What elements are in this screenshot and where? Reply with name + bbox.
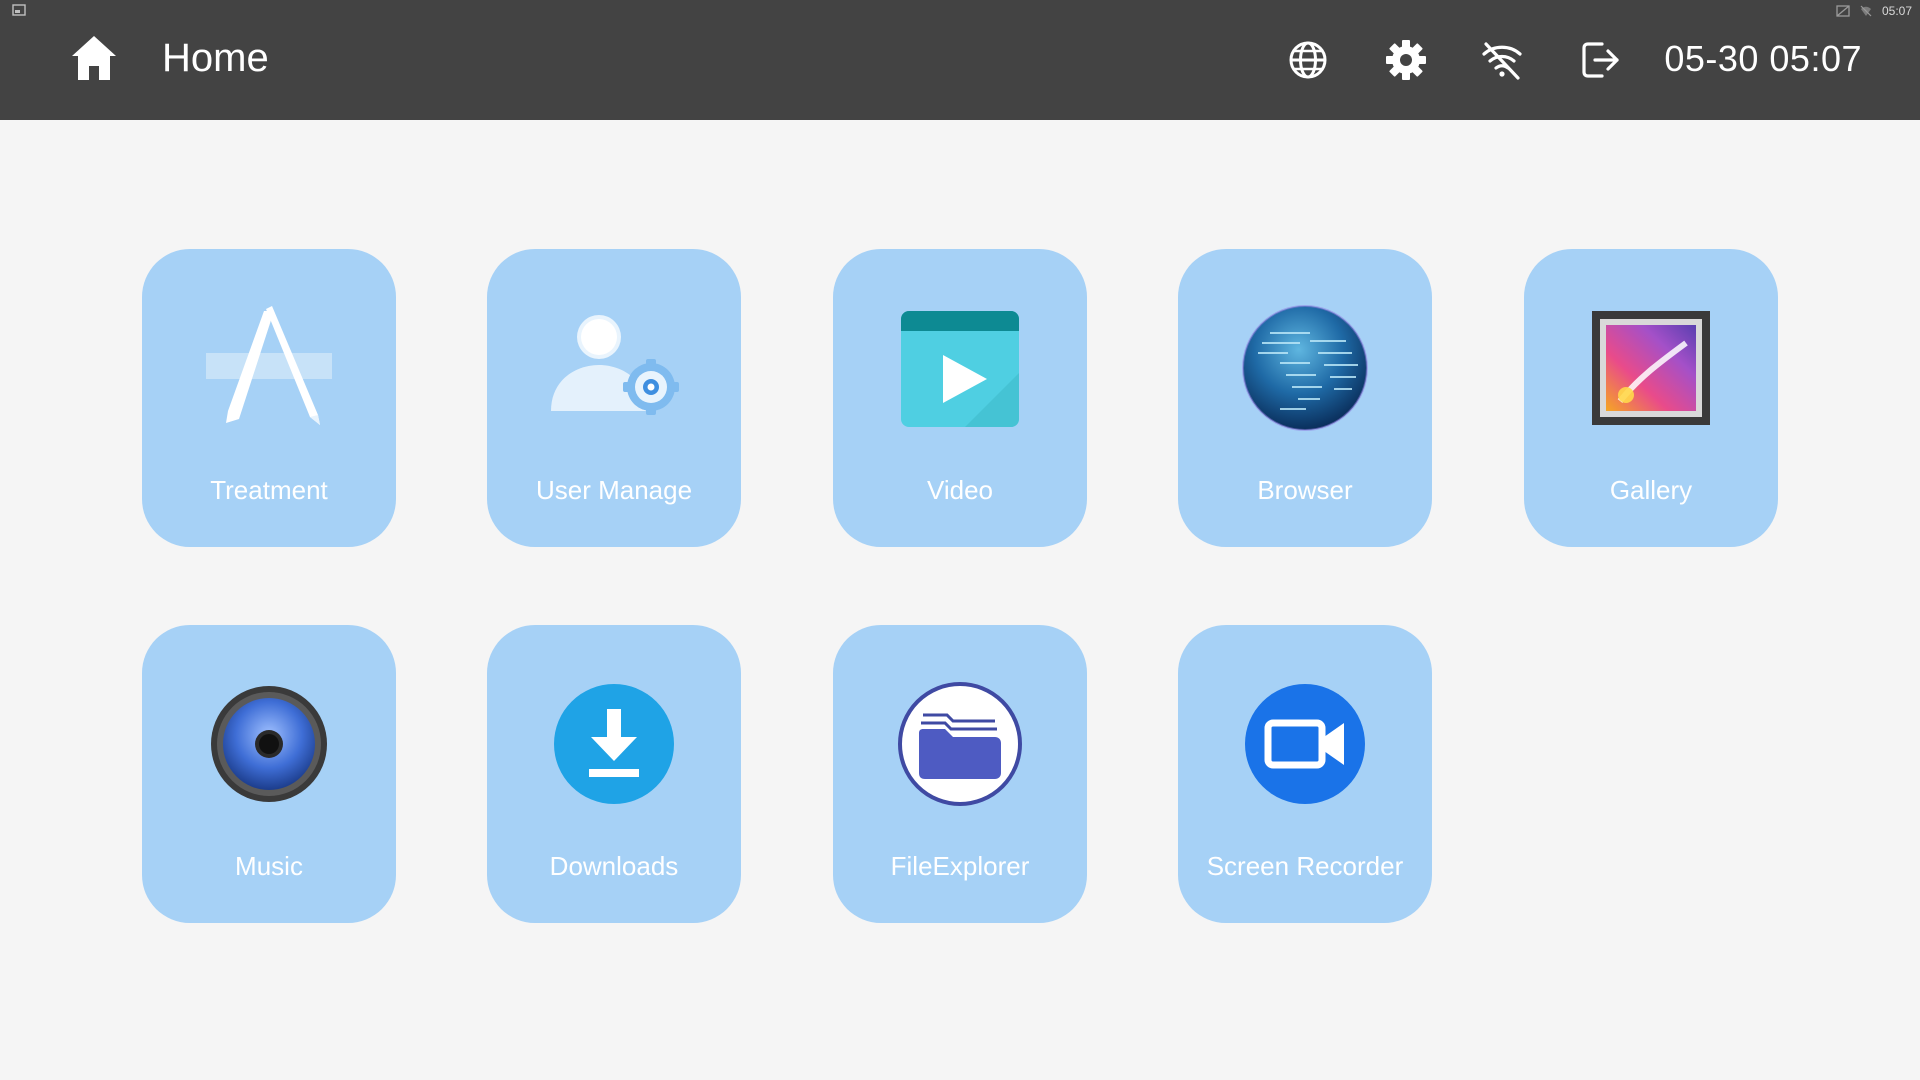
app-label: Video <box>926 475 994 505</box>
user-gear-icon <box>551 315 679 415</box>
status-bar-time: 05:07 <box>1881 4 1912 18</box>
app-tile-file-explorer[interactable]: FileExplorer <box>833 625 1087 923</box>
screenshot-notification-icon <box>12 4 26 16</box>
app-label: Gallery <box>1609 475 1693 505</box>
app-label: Treatment <box>210 475 328 505</box>
app-label: FileExplorer <box>890 851 1030 881</box>
app-label: Browser <box>1257 475 1353 505</box>
video-play-icon <box>901 311 1019 427</box>
app-label: User Manage <box>535 475 693 505</box>
gear-icon[interactable] <box>1384 38 1428 82</box>
cast-icon <box>1836 5 1850 17</box>
video-camera-icon <box>1245 684 1365 804</box>
globe-icon[interactable] <box>1286 38 1330 82</box>
app-tile-video[interactable]: Video <box>833 249 1087 547</box>
page-title: Home <box>162 36 269 80</box>
wifi-off-icon[interactable] <box>1480 38 1524 82</box>
speaker-icon <box>211 686 327 802</box>
download-icon <box>554 684 674 804</box>
header-clock: 05-30 05:07 <box>1664 38 1862 79</box>
wifi-status-icon <box>1860 5 1872 17</box>
app-tile-downloads[interactable]: Downloads <box>487 625 741 923</box>
app-store-icon <box>206 306 332 425</box>
status-bar: 05:07 <box>0 0 1920 22</box>
globe-browser-icon <box>1242 305 1368 431</box>
home-icon[interactable] <box>68 32 120 84</box>
folder-icon <box>898 682 1022 806</box>
gallery-picture-icon <box>1592 311 1710 425</box>
logout-icon[interactable] <box>1578 38 1622 82</box>
app-label: Screen Recorder <box>1206 851 1404 881</box>
app-tile-user-manage[interactable]: User Manage <box>487 249 741 547</box>
app-tile-gallery[interactable]: Gallery <box>1524 249 1778 547</box>
app-tile-music[interactable]: Music <box>142 625 396 923</box>
app-tile-treatment[interactable]: Treatment <box>142 249 396 547</box>
app-tile-browser[interactable]: Browser <box>1178 249 1432 547</box>
app-tile-screen-recorder[interactable]: Screen Recorder <box>1178 625 1432 923</box>
app-label: Music <box>235 851 303 881</box>
app-label: Downloads <box>549 851 679 881</box>
